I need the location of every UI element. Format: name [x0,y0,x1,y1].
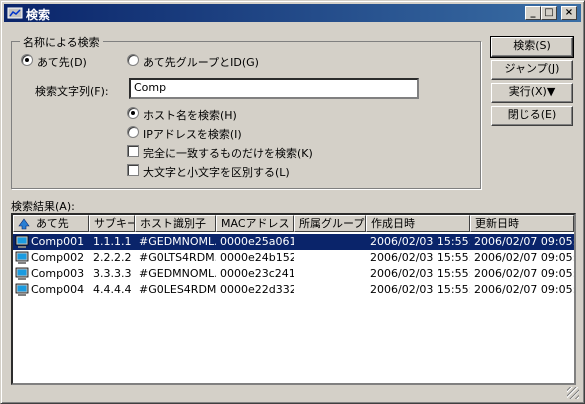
column-header-updated[interactable]: 更新日時 [470,215,574,232]
cell-updated: 2006/02/07 09:05:00 [474,251,574,264]
cell-host-id: #G0LES4RDM... [139,283,216,296]
results-label: 検索結果(A): [11,200,75,213]
search-button[interactable]: 検索(S) [490,36,574,58]
title-bar[interactable]: 検索 _ □ × [4,4,581,22]
column-header-mac[interactable]: MACアドレス [216,215,294,232]
results-list[interactable]: あて先 サブキー ホスト識別子 MACアドレス 所属グループ 作成日時 更新日時… [11,213,576,385]
table-row[interactable]: Comp004 4.4.4.4 #G0LES4RDM... 0000e22d33… [13,282,574,298]
execute-button[interactable]: 実行(X)▼ [491,83,573,103]
cell-host-id: #GEDMNOML... [135,234,216,250]
radio-host-name-label[interactable]: ホスト名を検索(H) [143,107,237,123]
table-row[interactable]: Comp003 3.3.3.3 #GEDMNOML... 0000e23c241… [13,266,574,282]
radio-destination[interactable] [21,54,33,66]
cell-mac: 0000e25a0614 [216,234,294,250]
radio-ip-address-label[interactable]: IPアドレスを検索(I) [143,126,242,142]
results-header: あて先 サブキー ホスト識別子 MACアドレス 所属グループ 作成日時 更新日時 [13,215,574,232]
column-header-destination-label: あて先 [36,217,69,230]
window-title: 検索 [26,8,51,22]
cell-group [294,250,366,266]
cell-created: 2006/02/03 15:55:55 [370,267,470,280]
resize-grip-icon[interactable] [567,387,579,399]
cell-destination: Comp002 [13,250,89,266]
computer-icon [15,283,29,296]
cell-created: 2006/02/03 15:55:55 [370,251,470,264]
computer-icon [15,235,29,248]
cell-group [294,282,366,298]
radio-group-id[interactable] [127,54,139,66]
search-window-icon [7,7,23,19]
cell-updated: 2006/02/07 09:05:00 [474,267,574,280]
column-header-group[interactable]: 所属グループ [294,215,366,232]
cell-created: 2006/02/03 15:55:55 [366,234,470,250]
column-header-destination[interactable]: あて先 [13,215,89,232]
cell-destination-text: Comp002 [31,251,85,264]
sort-arrow-icon [18,218,30,230]
cell-host-id: #GEDMNOML... [139,267,216,280]
radio-ip-address[interactable] [127,126,139,138]
exact-match-label[interactable]: 完全に一致するものだけを検索(K) [143,145,313,161]
radio-destination-label[interactable]: あて先(D) [37,54,87,70]
cell-subkey: 1.1.1.1 [89,234,135,250]
cell-group [294,234,366,250]
cell-destination-text: Comp004 [31,283,85,296]
table-row[interactable]: Comp001 1.1.1.1 #GEDMNOML... 0000e25a061… [13,234,574,250]
cell-created: 2006/02/03 15:55:55 [370,283,470,296]
table-row[interactable]: Comp002 2.2.2.2 #G0LTS4RDM... 0000e24b15… [13,250,574,266]
match-case-label[interactable]: 大文字と小文字を区別する(L) [143,164,290,180]
cell-host-id: #G0LTS4RDM... [139,251,216,264]
cell-destination: Comp003 [13,266,89,282]
cell-destination-text: Comp001 [31,235,85,248]
cell-updated: 2006/02/07 09:05:00 [470,234,574,250]
computer-icon [15,251,29,264]
cell-subkey: 4.4.4.4 [93,283,132,296]
cell-mac: 0000e24b1521 [220,251,294,264]
status-bar [4,387,581,401]
column-header-host-id[interactable]: ホスト識別子 [135,215,216,232]
radio-host-name[interactable] [127,107,139,119]
search-string-input[interactable]: Comp [129,78,419,99]
group-legend: 名称による検索 [20,34,103,50]
minimize-button[interactable]: _ [525,6,541,20]
cell-group [294,266,366,282]
close-window-button[interactable]: × [561,6,577,20]
search-string-label: 検索文字列(F): [35,85,109,98]
search-window: 検索 _ □ × 名称による検索 あて先(D) あて先グループとID(G) 検索… [0,0,585,404]
maximize-button[interactable]: □ [541,6,557,20]
close-button[interactable]: 閉じる(E) [491,106,573,126]
cell-destination: Comp004 [13,282,89,298]
jump-button[interactable]: ジャンプ(J) [491,60,573,80]
column-header-subkey[interactable]: サブキー [89,215,135,232]
exact-match-checkbox[interactable] [127,145,139,157]
cell-mac: 0000e22d3321 [220,283,294,296]
cell-subkey: 3.3.3.3 [93,267,132,280]
match-case-checkbox[interactable] [127,164,139,176]
radio-group-id-label[interactable]: あて先グループとID(G) [143,54,259,70]
cell-destination-text: Comp003 [31,267,85,280]
column-header-created[interactable]: 作成日時 [366,215,470,232]
cell-mac: 0000e23c2414 [220,267,294,280]
computer-icon [15,267,29,280]
cell-updated: 2006/02/07 09:05:00 [474,283,574,296]
cell-destination: Comp001 [13,234,89,250]
cell-subkey: 2.2.2.2 [93,251,132,264]
